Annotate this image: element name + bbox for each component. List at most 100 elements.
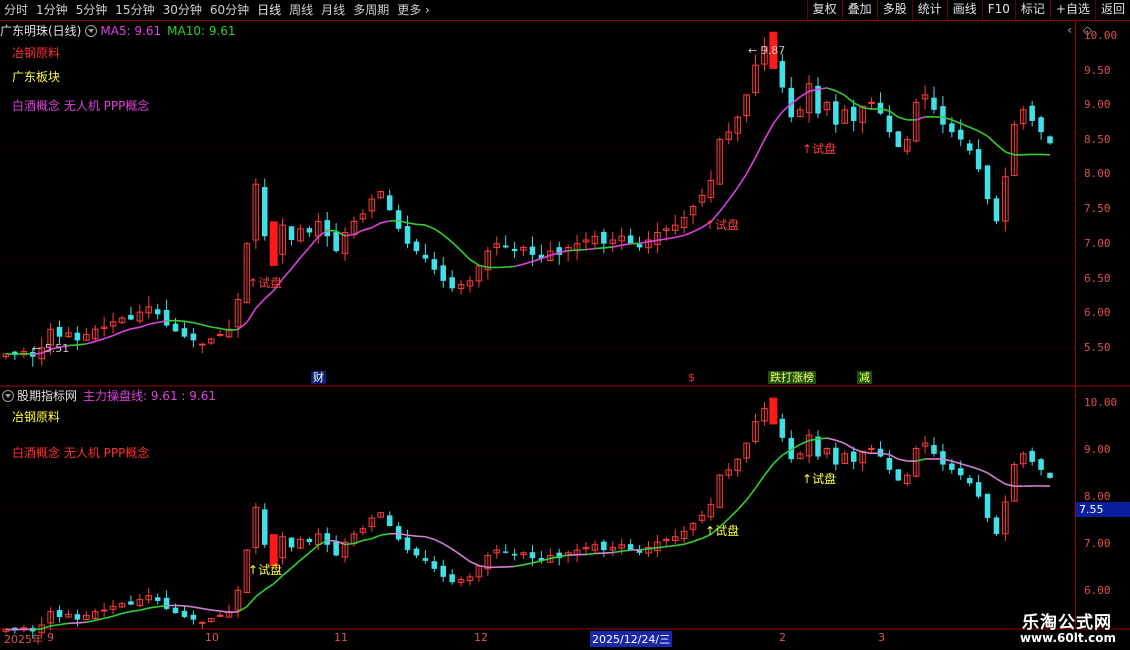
sub-candles — [2, 397, 1053, 639]
event-limit[interactable]: 跌打涨榜 — [768, 371, 816, 384]
candle-body-down — [154, 597, 161, 601]
operator-line-rising — [344, 542, 355, 546]
ma-segment-flat — [14, 352, 24, 356]
operator-line-rising — [639, 547, 649, 551]
operator-line-flat — [568, 553, 578, 556]
ma-segment-rising — [585, 247, 596, 251]
candle-body-down — [931, 97, 937, 110]
candle-body-down — [128, 314, 134, 320]
operator-line-rising — [139, 607, 149, 611]
ma-segment-rising — [728, 187, 739, 201]
event-reduce[interactable]: 减 — [857, 371, 872, 384]
operator-line-rising — [799, 439, 810, 446]
operator-line-flat — [460, 554, 471, 563]
ma-segment-flat — [229, 328, 239, 331]
sub-sector-label: 冶钢原料 — [12, 410, 61, 424]
ma-segment-flat — [202, 324, 212, 328]
operator-line-flat — [202, 607, 212, 611]
ma-segment-flat — [407, 222, 417, 226]
operator-line-rising — [299, 552, 310, 561]
ma-segment-flat — [826, 87, 837, 92]
ma-segment-rising — [666, 236, 676, 240]
ma-segment-flat — [416, 223, 426, 226]
operator-line-rising — [772, 454, 783, 465]
ma-segment-flat — [960, 122, 971, 129]
candle-body-down — [779, 61, 786, 88]
candle-body-down — [636, 550, 643, 553]
ma-segment-flat — [5, 352, 15, 356]
candle-body-down — [502, 551, 509, 553]
ma5-label: MA5: 9.61 — [100, 23, 162, 38]
operator-line-flat — [505, 565, 515, 568]
ma-segment-flat — [995, 143, 1006, 153]
candle-body-down — [74, 332, 81, 341]
collapse-icon[interactable] — [85, 24, 98, 37]
ma-segment-rising — [246, 307, 257, 323]
ma-segment-rising — [139, 323, 150, 328]
operator-line-flat — [211, 609, 221, 612]
candle-body-down — [833, 447, 839, 465]
candle-body-down — [431, 561, 438, 569]
candle-body-down — [984, 493, 991, 519]
operator-line-rising — [255, 589, 266, 598]
operator-line-flat — [14, 628, 24, 631]
operator-line-flat — [175, 604, 185, 607]
ma-segment-rising — [371, 222, 382, 229]
signal-bar — [269, 221, 278, 266]
operator-line-rising — [291, 559, 301, 569]
operator-line-rising — [362, 537, 373, 542]
stock-title[interactable]: 广东明珠(日线) — [0, 22, 81, 39]
ma-segment-rising — [719, 199, 730, 212]
ma-lines — [5, 87, 1051, 356]
sub-panel-header: 股期指标网 主力操盘线: 9.61 : 9.61 — [0, 387, 216, 404]
ma-segment-rising — [353, 229, 364, 236]
operator-line-rising — [112, 612, 123, 617]
operator-line-rising — [675, 543, 685, 547]
operator-line-rising — [157, 604, 167, 608]
tick-label: 7.00 — [1084, 237, 1111, 250]
candle-body-down — [529, 246, 536, 255]
operator-line-rising — [692, 537, 703, 543]
date-label: 2025年 — [4, 633, 43, 646]
watermark-url: www.60lt.com — [1019, 631, 1116, 645]
operator-line-flat — [451, 548, 462, 556]
event-dollar[interactable]: $ — [686, 371, 697, 384]
ma-segment-rising — [737, 173, 748, 188]
operator-line-flat — [5, 628, 15, 631]
operator-line-flat — [425, 535, 435, 541]
high-marker: ← 9.87 — [748, 44, 786, 57]
ma-segment-rising — [299, 246, 310, 259]
ma-segment-rising — [745, 157, 757, 175]
ma-segment-rising — [121, 328, 132, 333]
candle-body-down — [1038, 459, 1044, 470]
candle-body-down — [413, 241, 420, 252]
candle-body-down — [958, 129, 964, 140]
operator-line-rising — [737, 499, 748, 511]
kline-chart[interactable] — [0, 0, 1130, 650]
candle-body-up — [216, 614, 224, 617]
operator-line-flat — [978, 468, 988, 474]
ma-segment-rising — [308, 236, 319, 248]
ma-segment-rising — [763, 123, 775, 140]
candle-body-down — [395, 526, 402, 540]
candle-body-down — [324, 220, 330, 237]
candle-body-down — [984, 165, 991, 200]
operator-line-flat — [862, 451, 872, 455]
ma-segment-flat — [327, 229, 337, 232]
date-label: 3 — [878, 631, 885, 644]
ma-segment-rising — [772, 111, 783, 125]
collapse-icon[interactable] — [2, 389, 14, 402]
candle-body-down — [404, 226, 411, 244]
ma-segment-flat — [862, 106, 872, 110]
operator-line-rising — [148, 605, 158, 609]
event-finance[interactable]: 财 — [311, 371, 326, 384]
indicator-title[interactable]: 股期指标网 — [17, 387, 77, 404]
operator-line-rising — [86, 619, 96, 623]
operator-line-rising — [585, 552, 595, 556]
operator-line-rising — [728, 509, 739, 520]
candle-body-down — [440, 265, 446, 281]
candle-body-down — [190, 333, 197, 341]
operator-line-rising — [264, 583, 275, 591]
chevron-left-icon[interactable]: ‹ — [1067, 23, 1072, 37]
candle-body-up — [868, 447, 875, 450]
